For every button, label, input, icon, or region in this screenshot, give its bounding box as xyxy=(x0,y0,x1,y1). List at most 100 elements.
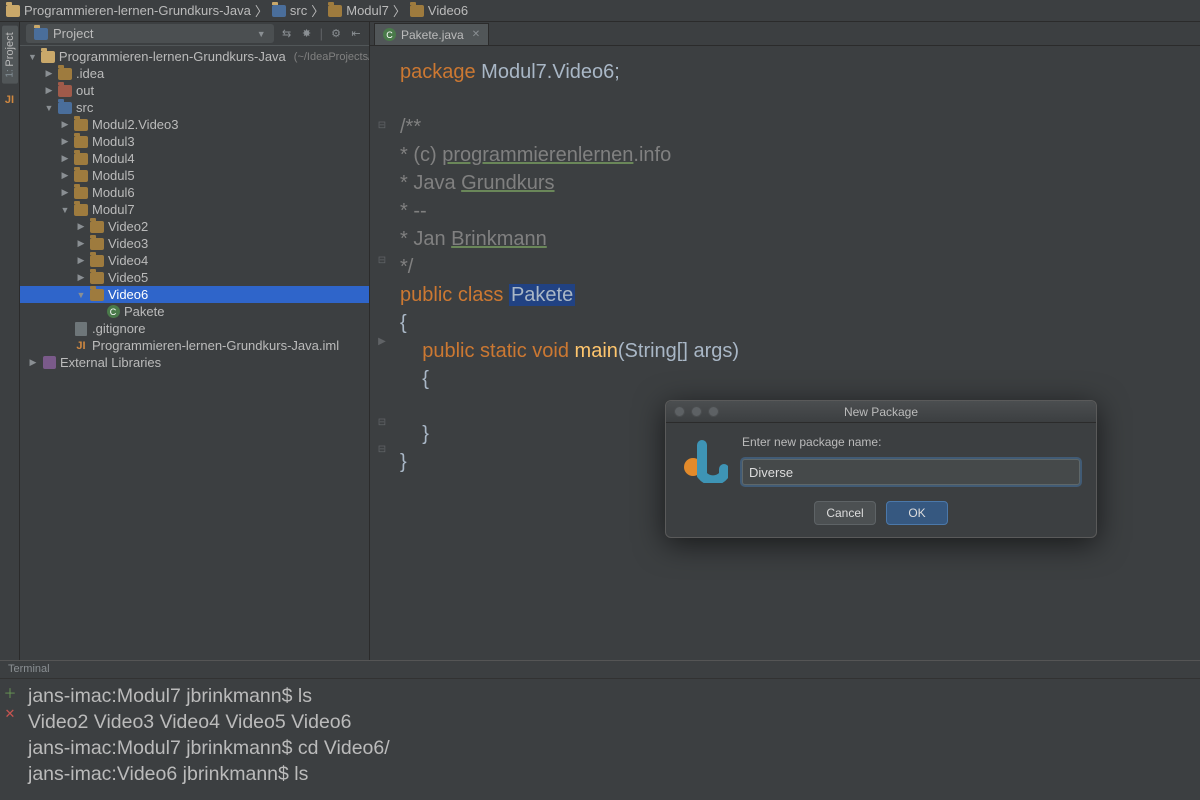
toolwindow-project-tab[interactable]: 1: Project xyxy=(2,26,18,84)
tree-arrow-icon[interactable] xyxy=(60,187,70,198)
code-editor[interactable]: ⊟⊟▶⊟⊟ package Modul7.Video6; /** * (c) p… xyxy=(370,46,1200,660)
tree-label: Pakete xyxy=(124,304,164,319)
tree-label: Programmieren-lernen-Grundkurs-Java.iml xyxy=(92,338,339,353)
package-icon xyxy=(90,271,104,285)
tree-arrow-icon[interactable] xyxy=(60,205,70,215)
tree-label: Video2 xyxy=(108,219,148,234)
iml-icon: JI xyxy=(74,339,88,353)
tree-row[interactable]: Video6 xyxy=(20,286,369,303)
tree-row[interactable]: CPakete xyxy=(20,303,369,320)
editor-tabs: C Pakete.java ✕ xyxy=(370,22,1200,46)
tree-label: src xyxy=(76,100,93,115)
gear-icon[interactable]: ⚙ xyxy=(329,26,343,40)
left-toolstripe: 1: Project JI xyxy=(0,22,20,660)
breadcrumb: Programmieren-lernen-Grundkurs-Java 〉 sr… xyxy=(0,0,1200,22)
tree-row[interactable]: Modul6 xyxy=(20,184,369,201)
package-icon xyxy=(90,220,104,234)
tree-label: Video6 xyxy=(108,287,148,302)
tree-label: Modul4 xyxy=(92,151,135,166)
terminal-header[interactable]: Terminal xyxy=(0,661,1200,679)
tree-row[interactable]: Video3 xyxy=(20,235,369,252)
project-view-selector[interactable]: Project ▼ xyxy=(26,24,274,43)
add-terminal-icon[interactable]: ＋ xyxy=(3,683,16,702)
project-tool-window: Project ▼ ⇆ ✸ | ⚙ ⇤ Programmieren-lernen… xyxy=(20,22,370,660)
tree-row[interactable]: Modul2.Video3 xyxy=(20,116,369,133)
breadcrumb-label: src xyxy=(290,3,307,18)
breadcrumb-label: Video6 xyxy=(428,3,468,18)
terminal-line: Video2 Video3 Video4 Video5 Video6 xyxy=(28,709,1194,735)
tree-arrow-icon[interactable] xyxy=(44,68,54,79)
package-icon xyxy=(90,254,104,268)
tree-arrow-icon[interactable] xyxy=(44,103,54,113)
package-icon xyxy=(74,152,88,166)
tree-label: .idea xyxy=(76,66,104,81)
tree-row[interactable]: JI Programmieren-lernen-Grundkurs-Java.im… xyxy=(20,337,369,354)
cancel-button[interactable]: Cancel xyxy=(814,501,876,525)
tree-row[interactable]: Programmieren-lernen-Grundkurs-Java (~/Id… xyxy=(20,48,369,65)
breadcrumb-video6[interactable]: Video6 xyxy=(410,3,468,18)
dialog-titlebar[interactable]: New Package xyxy=(666,401,1096,423)
tree-arrow-icon[interactable] xyxy=(76,272,86,283)
tree-arrow-icon[interactable] xyxy=(60,153,70,164)
tree-arrow-icon[interactable] xyxy=(76,290,86,300)
tree-row[interactable]: .gitignore xyxy=(20,320,369,337)
editor-tab-pakete[interactable]: C Pakete.java ✕ xyxy=(374,23,489,45)
close-terminal-icon[interactable]: ✕ xyxy=(5,706,16,722)
terminal-line: jans-imac:Modul7 jbrinkmann$ ls xyxy=(28,683,1194,709)
breadcrumb-src[interactable]: src xyxy=(272,3,307,18)
tree-label: Programmieren-lernen-Grundkurs-Java xyxy=(59,49,286,64)
close-icon[interactable]: ✕ xyxy=(472,29,480,40)
tree-arrow-icon[interactable] xyxy=(76,255,86,266)
tree-arrow-icon[interactable] xyxy=(76,238,86,249)
tree-arrow-icon[interactable] xyxy=(60,136,70,147)
package-icon xyxy=(74,118,88,132)
tree-label: Modul7 xyxy=(92,202,135,217)
breadcrumb-root[interactable]: Programmieren-lernen-Grundkurs-Java xyxy=(6,3,251,18)
tree-arrow-icon[interactable] xyxy=(60,119,70,130)
tree-label: out xyxy=(76,83,94,98)
folder-icon xyxy=(34,28,48,40)
tree-label: .gitignore xyxy=(92,321,145,336)
project-panel-header: Project ▼ ⇆ ✸ | ⚙ ⇤ xyxy=(20,22,369,46)
breadcrumb-label: Modul7 xyxy=(346,3,389,18)
tree-row[interactable]: Video5 xyxy=(20,269,369,286)
folder-icon xyxy=(41,50,55,64)
tree-row[interactable]: out xyxy=(20,82,369,99)
tree-arrow-icon[interactable] xyxy=(76,221,86,232)
tree-row[interactable]: Modul5 xyxy=(20,167,369,184)
tree-row[interactable]: Video4 xyxy=(20,252,369,269)
tree-label: Modul6 xyxy=(92,185,135,200)
breadcrumb-label: Programmieren-lernen-Grundkurs-Java xyxy=(24,3,251,18)
package-icon xyxy=(90,237,104,251)
project-tree[interactable]: Programmieren-lernen-Grundkurs-Java (~/Id… xyxy=(20,46,369,660)
tree-label: Modul2.Video3 xyxy=(92,117,179,132)
dialog-prompt: Enter new package name: xyxy=(742,435,1080,449)
intellij-icon: JI xyxy=(5,94,14,106)
tree-row[interactable]: src xyxy=(20,99,369,116)
tree-row[interactable]: Video2 xyxy=(20,218,369,235)
tree-arrow-icon[interactable] xyxy=(60,170,70,181)
tree-row[interactable]: Modul7 xyxy=(20,201,369,218)
tree-row[interactable]: Modul4 xyxy=(20,150,369,167)
package-icon xyxy=(74,169,88,183)
library-icon xyxy=(42,356,56,370)
source-folder-icon xyxy=(58,101,72,115)
tree-row[interactable]: External Libraries xyxy=(20,354,369,371)
intellij-logo-icon xyxy=(680,435,728,483)
tree-hint: (~/IdeaProjects/I xyxy=(294,51,369,63)
tree-label: Modul3 xyxy=(92,134,135,149)
tree-arrow-icon[interactable] xyxy=(28,357,38,368)
autoscroll-icon[interactable]: ⇆ xyxy=(280,26,294,40)
terminal-body[interactable]: jans-imac:Modul7 jbrinkmann$ ls Video2 V… xyxy=(22,679,1200,800)
hide-icon[interactable]: ⇤ xyxy=(349,26,363,40)
ok-button[interactable]: OK xyxy=(886,501,948,525)
tree-row[interactable]: .idea xyxy=(20,65,369,82)
tree-arrow-icon[interactable] xyxy=(44,85,54,96)
dialog-title: New Package xyxy=(666,405,1096,419)
tree-arrow-icon[interactable] xyxy=(28,52,37,62)
package-name-input[interactable] xyxy=(742,459,1080,485)
breadcrumb-modul7[interactable]: Modul7 xyxy=(328,3,389,18)
target-icon[interactable]: ✸ xyxy=(300,26,314,40)
tree-row[interactable]: Modul3 xyxy=(20,133,369,150)
editor-area: C Pakete.java ✕ ⊟⊟▶⊟⊟ package Modul7.Vid… xyxy=(370,22,1200,660)
